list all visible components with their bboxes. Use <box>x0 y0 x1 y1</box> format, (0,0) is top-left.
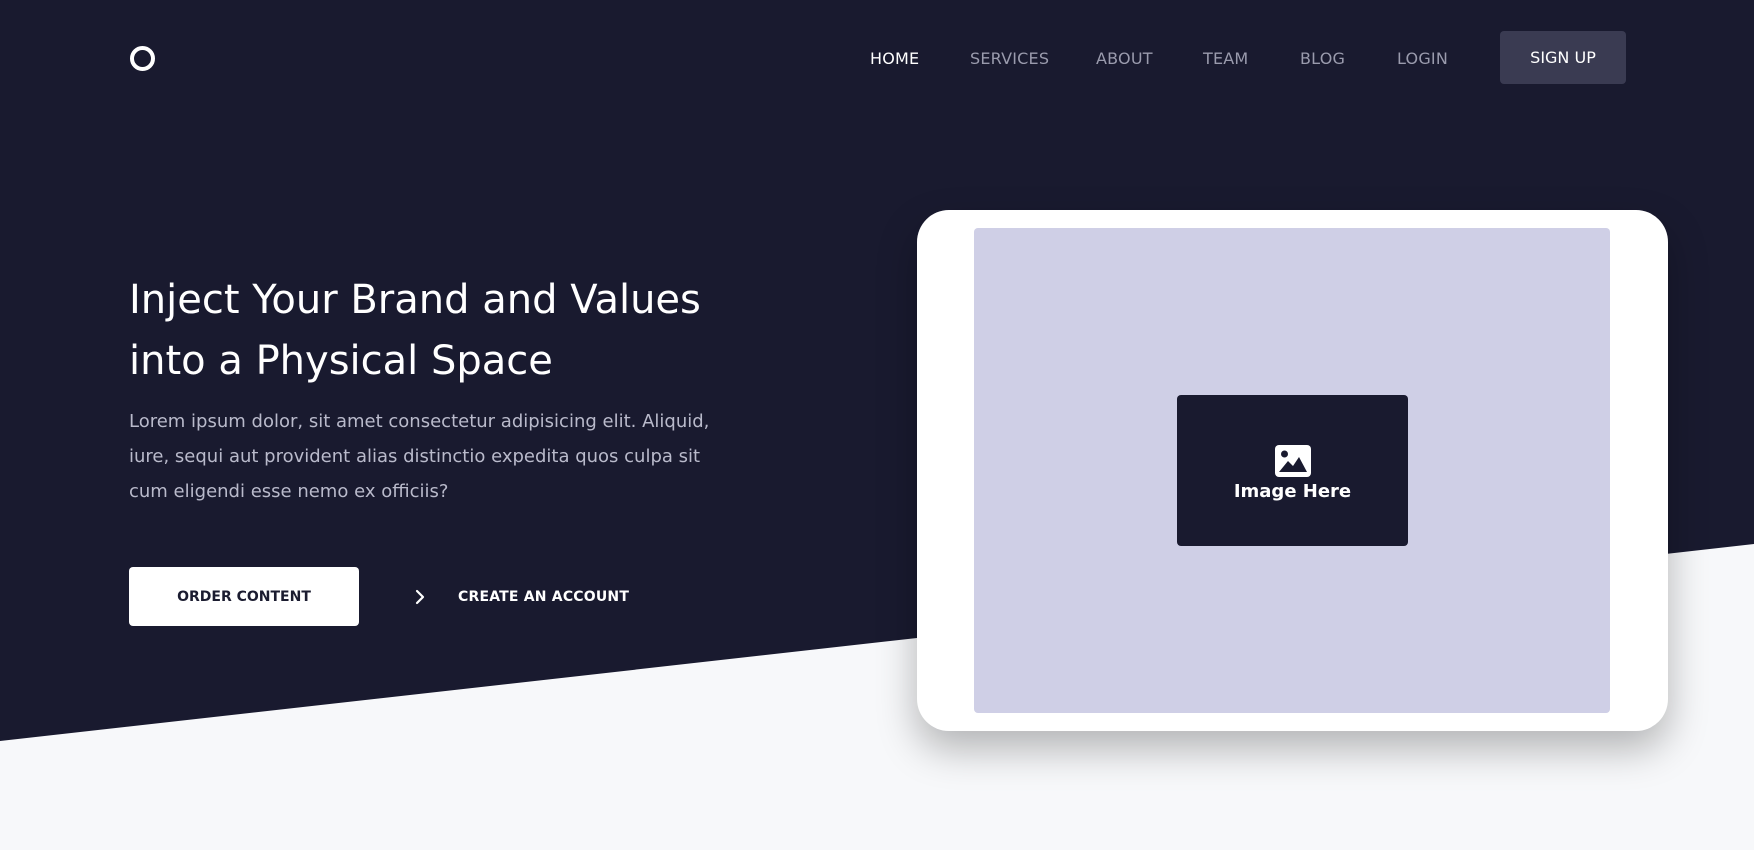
order-content-button[interactable]: ORDER CONTENT <box>129 567 359 626</box>
image-placeholder: Image Here <box>1177 395 1408 546</box>
nav-item-blog[interactable]: BLOG <box>1300 49 1345 68</box>
nav-item-about[interactable]: ABOUT <box>1096 49 1153 68</box>
nav-item-team[interactable]: TEAM <box>1203 49 1248 68</box>
hero-title: Inject Your Brand and Values into a Phys… <box>129 270 769 392</box>
device-mockup: Image Here <box>917 210 1668 731</box>
create-account-link[interactable]: CREATE AN ACCOUNT <box>410 584 629 610</box>
nav-item-login[interactable]: LOGIN <box>1397 49 1448 68</box>
main-nav: HOME SERVICES ABOUT TEAM BLOG LOGIN <box>0 31 1754 84</box>
device-screen: Image Here <box>974 228 1610 713</box>
nav-item-home[interactable]: HOME <box>870 49 919 68</box>
chevron-right-icon <box>415 589 425 605</box>
hero-description-line: iure, sequi aut provident alias distinct… <box>129 446 701 467</box>
hero-title-line: into a Physical Space <box>129 338 553 384</box>
hero-description-line: Lorem ipsum dolor, sit amet consectetur … <box>129 411 710 432</box>
image-icon <box>1274 445 1311 477</box>
placeholder-label: Image Here <box>1233 481 1352 502</box>
create-account-label: CREATE AN ACCOUNT <box>458 589 630 605</box>
sign-up-button[interactable]: SIGN UP <box>1500 31 1626 84</box>
hero-description-line: cum eligendi esse nemo ex officiis? <box>129 481 449 502</box>
hero-title-line: Inject Your Brand and Values <box>129 277 701 323</box>
nav-item-services[interactable]: SERVICES <box>970 49 1049 68</box>
hero-description: Lorem ipsum dolor, sit amet consectetur … <box>129 404 729 509</box>
landing-page: HOME SERVICES ABOUT TEAM BLOG LOGIN SIGN… <box>0 0 1754 850</box>
